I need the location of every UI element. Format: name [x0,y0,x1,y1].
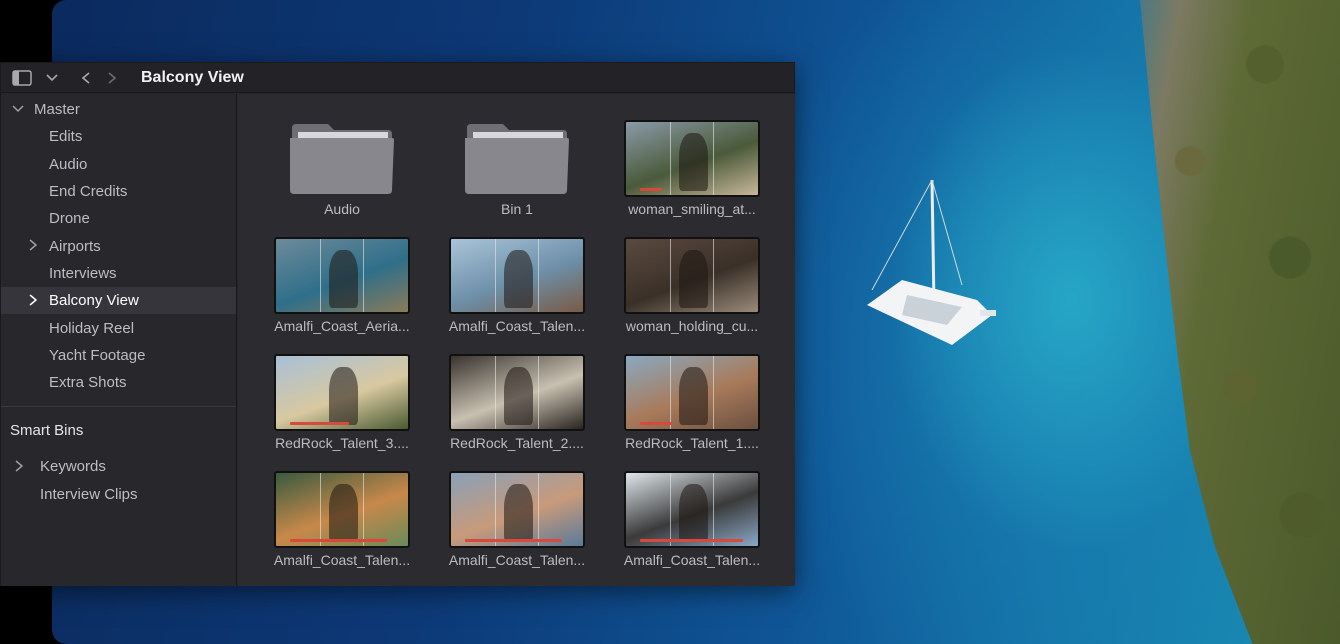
clip-grid: Audio Bin 1 woman_smiling_at... Amalfi_C… [238,94,795,586]
sidebar-item-end-credits[interactable]: End Credits [1,178,236,205]
forward-button[interactable] [99,63,125,93]
sidebar-item-holiday-reel[interactable]: Holiday Reel [1,314,236,341]
item-label: woman_smiling_at... [628,201,756,217]
tree-item-label: Interview Clips [40,485,138,503]
clip-preview-image [624,237,760,314]
tree-item-master[interactable]: Master [1,96,236,123]
chevron-down-icon [12,105,24,113]
titlebar: Balcony View [1,63,794,93]
clip-thumbnail[interactable]: woman_holding_cu... [622,237,762,337]
smart-bin-interview-clips[interactable]: Interview Clips [1,481,236,508]
smart-bins-title: Smart Bins [10,421,84,439]
tree-item-label: Yacht Footage [49,346,146,364]
item-label: Amalfi_Coast_Talen... [448,552,586,568]
chevron-right-icon [29,239,38,252]
coastline-image [1140,0,1340,644]
clip-thumbnail[interactable]: Amalfi_Coast_Talen... [622,471,762,571]
tree-item-label: Holiday Reel [49,319,135,337]
smart-bin-keywords[interactable]: Keywords [1,453,236,480]
sidebar-item-drone[interactable]: Drone [1,205,236,232]
item-label: Amalfi_Coast_Talen... [273,552,411,568]
item-label: woman_holding_cu... [625,318,759,334]
chevron-right-icon [29,294,38,306]
clip-thumbnail[interactable]: Amalfi_Coast_Talen... [272,471,412,571]
tree-item-label: Interviews [49,264,117,282]
sidebar-item-extra-shots[interactable]: Extra Shots [1,369,236,396]
tree-item-label: Keywords [40,458,106,476]
chevron-right-icon [108,71,116,84]
clip-thumbnail[interactable]: RedRock_Talent_2.... [447,354,587,454]
bin-sidebar: Master Edits Audio End Credits Drone Airport… [1,94,237,586]
playhead-progress-bar [640,188,662,191]
playhead-progress-bar [640,539,743,542]
playhead-progress-bar [640,422,672,425]
view-dropdown-button[interactable] [39,63,65,93]
clip-preview-image [449,471,585,548]
tree-item-label: End Credits [49,183,128,201]
sidebar-item-edits[interactable]: Edits [1,123,236,150]
tree-item-label: Extra Shots [49,374,127,392]
back-button[interactable] [73,63,99,93]
item-label: RedRock_Talent_2.... [450,435,584,451]
clip-preview-image [274,471,410,548]
chevron-left-icon [82,71,90,84]
clip-preview-image [449,354,585,431]
tree-item-label: Audio [49,155,88,173]
bin-folder[interactable]: Audio [272,120,412,220]
tree-item-label: Master [34,101,80,119]
sidebar-item-balcony-view[interactable]: Balcony View [1,287,236,315]
sailboat-image [867,179,996,345]
bin-folder[interactable]: Bin 1 [447,120,587,220]
clip-thumbnail[interactable]: Amalfi_Coast_Talen... [447,237,587,337]
item-label: Amalfi_Coast_Aeria... [274,318,410,334]
item-label: RedRock_Talent_1.... [625,435,759,451]
playhead-progress-bar [290,422,349,425]
playhead-progress-bar [290,539,387,542]
clip-preview-image [624,354,760,431]
item-label: Audio [324,201,360,217]
clip-preview-image [274,354,410,431]
clip-preview-image [274,237,410,314]
tree-item-label: Balcony View [49,292,139,310]
chevron-right-icon [15,460,24,472]
clip-preview-image [624,471,760,548]
item-label: RedRock_Talent_3.... [275,435,409,451]
clip-preview-image [449,237,585,314]
item-label: Amalfi_Coast_Talen... [623,552,761,568]
clip-thumbnail[interactable]: Amalfi_Coast_Talen... [447,471,587,571]
sidebar-item-audio[interactable]: Audio [1,151,236,178]
media-pool-window: Balcony View Master Edits Audio End Credit… [0,62,795,586]
tree-item-label: Edits [49,128,83,146]
playhead-progress-bar [465,539,562,542]
item-label: Bin 1 [501,201,533,217]
tree-item-label: Airports [49,237,101,255]
clip-thumbnail[interactable]: Amalfi_Coast_Aeria... [272,237,412,337]
sidebar-icon [12,69,32,86]
sidebar-item-yacht-footage[interactable]: Yacht Footage [1,342,236,369]
clip-thumbnail[interactable]: RedRock_Talent_3.... [272,354,412,454]
chevron-down-icon [46,73,58,81]
sidebar-toggle-button[interactable] [9,63,35,93]
folder-icon [290,124,394,194]
sidebar-item-interviews[interactable]: Interviews [1,260,236,287]
folder-icon [465,124,569,194]
clip-thumbnail[interactable]: woman_smiling_at... [622,120,762,220]
item-label: Amalfi_Coast_Talen... [448,318,586,334]
tree-item-label: Drone [49,210,90,228]
sidebar-item-airports[interactable]: Airports [1,232,236,259]
sidebar-divider [1,406,236,408]
window-title: Balcony View [141,69,244,86]
clip-thumbnail[interactable]: RedRock_Talent_1.... [622,354,762,454]
clip-preview-image [624,120,760,197]
